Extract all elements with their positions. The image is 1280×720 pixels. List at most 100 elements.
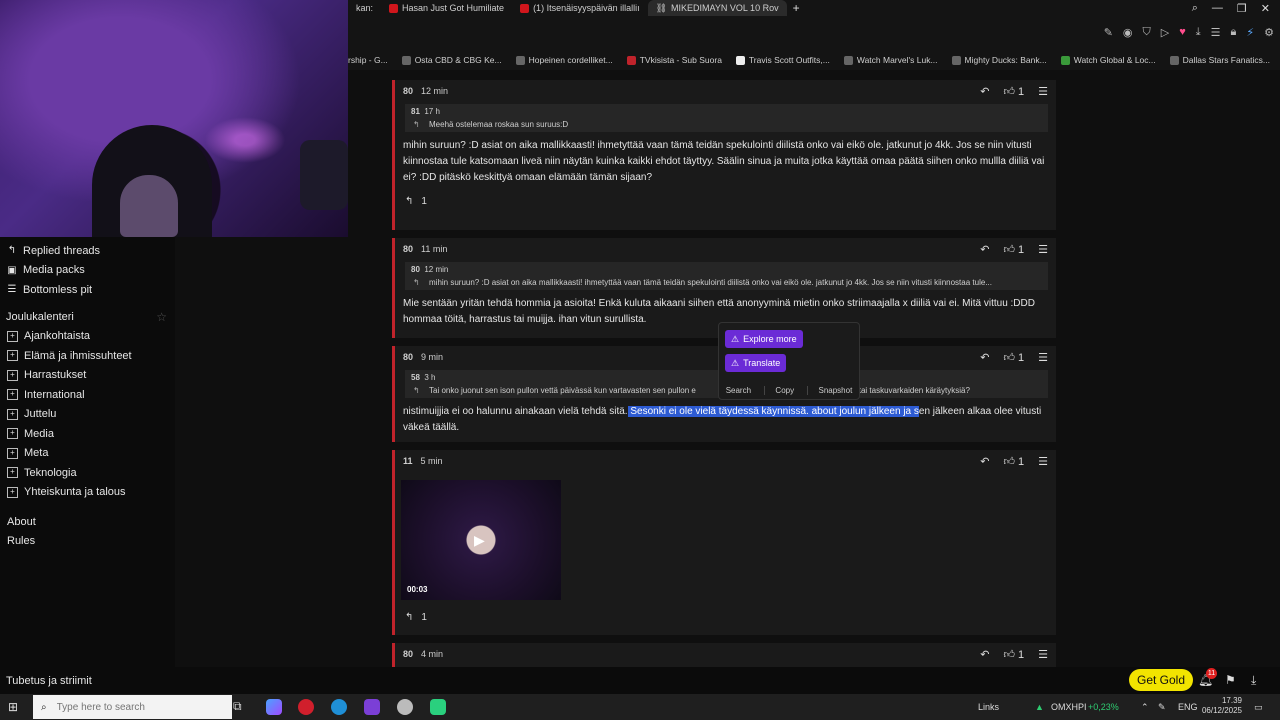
- like-button[interactable]: 👍︎ 1: [1003, 351, 1024, 364]
- get-gold-button[interactable]: Get Gold: [1129, 669, 1194, 691]
- links-toolbar[interactable]: Links: [978, 694, 999, 720]
- sidebar-category[interactable]: + Teknologia: [0, 463, 175, 483]
- bookmark-item[interactable]: Travis Scott Outfits,...: [735, 55, 830, 65]
- windows-start-icon[interactable]: ⊞: [8, 700, 22, 714]
- bookmark-label: Mighty Ducks: Bank...: [964, 55, 1047, 65]
- menu-icon[interactable]: ☰: [1038, 85, 1048, 98]
- reply-icon[interactable]: ↶: [980, 243, 989, 256]
- search-icon[interactable]: ⌕: [1192, 2, 1198, 15]
- play-icon[interactable]: ▶: [474, 532, 485, 549]
- sidebar-category[interactable]: + Meta: [0, 444, 175, 464]
- edge-icon[interactable]: [331, 699, 347, 715]
- sidebar-category[interactable]: + Media: [0, 424, 175, 444]
- browser-tab[interactable]: kan:: [348, 0, 381, 16]
- like-button[interactable]: 👍︎ 1: [1003, 648, 1024, 661]
- download-icon[interactable]: ⤓: [1196, 26, 1201, 39]
- reply-count: 1: [421, 612, 427, 623]
- extension-icon[interactable]: ⚡: [1246, 26, 1254, 39]
- bookmark-item[interactable]: Watch Global & Loc...: [1060, 55, 1156, 65]
- bookmark-item[interactable]: Osta CBD & CBG Ke...: [401, 55, 502, 65]
- download-icon[interactable]: ⤓: [1251, 673, 1256, 688]
- popup-search-button[interactable]: Search: [726, 386, 751, 395]
- like-button[interactable]: 👍︎ 1: [1003, 455, 1024, 468]
- like-button[interactable]: 👍︎ 1: [1003, 85, 1024, 98]
- system-clock[interactable]: 17.39 06/12/2025: [1200, 696, 1242, 716]
- maximize-icon[interactable]: ❐: [1237, 2, 1247, 15]
- chevron-up-icon[interactable]: ⌃: [1141, 694, 1149, 720]
- sidebar-category[interactable]: + Harrastukset: [0, 366, 175, 386]
- bookmark-icon[interactable]: ⚑: [1225, 673, 1236, 687]
- board-footer: Tubetus ja striimit: [0, 667, 1280, 694]
- sidebar-category[interactable]: + Elämä ja ihmissuhteet: [0, 346, 175, 366]
- shield-icon[interactable]: ⛉: [1143, 26, 1151, 39]
- discord-icon[interactable]: [364, 699, 380, 715]
- explore-more-button[interactable]: ⚠ Explore more: [725, 330, 803, 348]
- browser-tab[interactable]: Hasan Just Got Humiliate: [381, 0, 512, 16]
- pen-icon[interactable]: ✎: [1158, 694, 1166, 720]
- copilot-icon[interactable]: [266, 699, 282, 715]
- heart-icon[interactable]: ♥: [1179, 26, 1186, 39]
- new-tab-button[interactable]: +: [787, 1, 806, 15]
- post-body-text: nistimuijjia ei oo halunnu ainakaan viel…: [403, 406, 628, 417]
- popup-snapshot-button[interactable]: Snapshot: [807, 386, 852, 395]
- video-thumbnail[interactable]: ▶ 00:03: [401, 480, 561, 600]
- lock-icon[interactable]: 🔒︎: [1231, 26, 1237, 39]
- menu-icon[interactable]: ☰: [1211, 26, 1221, 39]
- minimize-icon[interactable]: —: [1212, 2, 1223, 15]
- reply-icon[interactable]: ↶: [980, 648, 989, 661]
- sidebar-category[interactable]: + Ajankohtaista: [0, 327, 175, 347]
- taskbar-search-input[interactable]: [54, 700, 209, 714]
- opera-icon[interactable]: [298, 699, 314, 715]
- translate-label: Translate: [743, 358, 781, 368]
- menu-icon[interactable]: ☰: [1038, 351, 1048, 364]
- language-indicator[interactable]: ENG: [1178, 694, 1198, 720]
- webcam-microphone: [300, 140, 348, 210]
- settings-icon[interactable]: ⚙: [1264, 26, 1274, 39]
- bookmark-item[interactable]: rship - G...: [348, 55, 388, 65]
- popup-copy-button[interactable]: Copy: [764, 386, 794, 395]
- reply-count-button[interactable]: ↰ 1: [395, 608, 1056, 633]
- bookmark-item[interactable]: Watch Marvel's Luk...: [843, 55, 938, 65]
- taskbar-search[interactable]: ⌕: [33, 695, 232, 719]
- reply-icon[interactable]: ↶: [980, 455, 989, 468]
- bookmark-item[interactable]: Mighty Ducks: Bank...: [951, 55, 1047, 65]
- translate-button[interactable]: ⚠ Translate: [725, 354, 787, 372]
- sidebar-item-bottomless-pit[interactable]: ☰ Bottomless pit: [0, 280, 175, 300]
- plus-icon: +: [7, 350, 18, 362]
- notification-center-icon[interactable]: ▭: [1254, 694, 1263, 720]
- reply-count-button[interactable]: ↰ 1: [395, 192, 1056, 217]
- stream-app-icon[interactable]: [430, 699, 446, 715]
- star-icon[interactable]: ☆: [156, 310, 167, 324]
- bookmark-item[interactable]: TVkisista - Sub Suora: [626, 55, 722, 65]
- stock-name[interactable]: OMXHPI: [1051, 694, 1087, 720]
- reply-icon[interactable]: ↶: [980, 351, 989, 364]
- task-view-icon[interactable]: ⧉: [233, 699, 242, 714]
- reply-icon[interactable]: ↶: [980, 85, 989, 98]
- close-icon[interactable]: ✕: [1261, 2, 1270, 15]
- play-icon[interactable]: ▷: [1161, 26, 1169, 39]
- sidebar-link-about[interactable]: About: [0, 512, 175, 532]
- sidebar-category[interactable]: + International: [0, 385, 175, 405]
- menu-icon[interactable]: ☰: [1038, 243, 1048, 256]
- sidebar-link-rules[interactable]: Rules: [0, 532, 175, 552]
- menu-icon[interactable]: ☰: [1038, 648, 1048, 661]
- quote-block[interactable]: 81 17 h Meehä ostelemaa roskaa sun suruu…: [405, 104, 1048, 132]
- browser-tab[interactable]: (1) Itsenäisyyspäivän illalliı: [512, 0, 648, 16]
- sidebar-heading[interactable]: Joulukalenteri ☆: [0, 308, 175, 327]
- sidebar-category[interactable]: + Yhteiskunta ja talous: [0, 483, 175, 503]
- menu-icon[interactable]: ☰: [1038, 455, 1048, 468]
- selected-text[interactable]: Sesonki ei ole vielä täydessä käynnissä.…: [627, 406, 919, 417]
- edit-icon[interactable]: ✎: [1104, 26, 1113, 39]
- sidebar-item-replied-threads[interactable]: ↰ Replied threads: [0, 241, 175, 261]
- sidebar-item-media-packs[interactable]: ▣ Media packs: [0, 261, 175, 281]
- quote-block[interactable]: 80 12 min mihin suruun? :D asiat on aika…: [405, 262, 1048, 290]
- board-name[interactable]: Tubetus ja striimit: [0, 675, 92, 687]
- camera-icon[interactable]: ◉: [1123, 26, 1133, 39]
- browser-tab-active[interactable]: ⛓ MIKEDIMAYN VOL 10 Rov: [647, 0, 787, 16]
- bookmark-item[interactable]: Hopeinen cordelliket...: [515, 55, 613, 65]
- sidebar-category[interactable]: + Juttelu: [0, 405, 175, 425]
- bookmark-item[interactable]: Dallas Stars Fanatics...: [1169, 55, 1270, 65]
- category-label: Juttelu: [24, 408, 57, 421]
- app-icon[interactable]: [397, 699, 413, 715]
- like-button[interactable]: 👍︎ 1: [1003, 243, 1024, 256]
